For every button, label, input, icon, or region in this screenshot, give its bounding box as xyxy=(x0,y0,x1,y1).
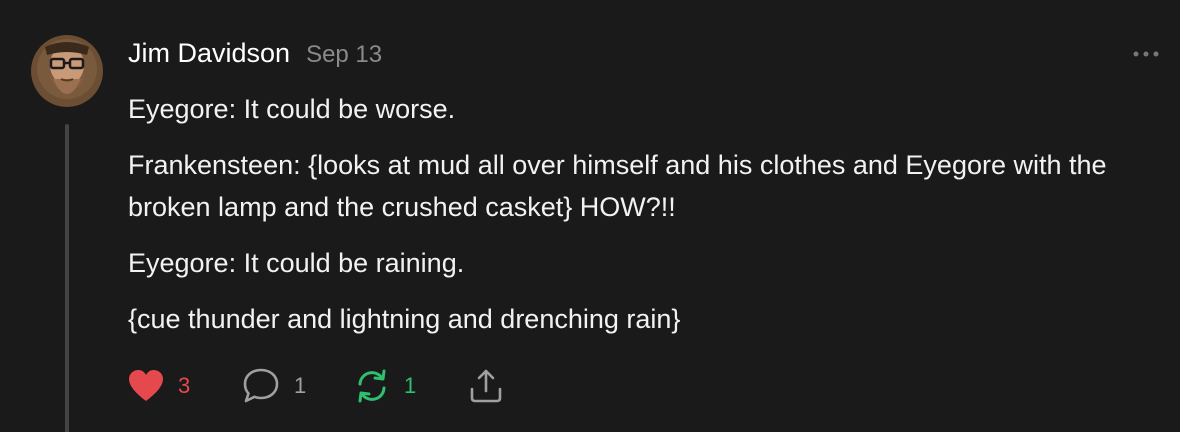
restack-count: 1 xyxy=(404,373,417,398)
reply-button[interactable]: 1 xyxy=(242,366,306,406)
share-button[interactable] xyxy=(468,366,504,406)
comment-header: Jim Davidson Sep 13 xyxy=(128,38,382,69)
like-count: 3 xyxy=(178,373,191,398)
author-name[interactable]: Jim Davidson xyxy=(128,38,290,69)
comment-paragraph: Eyegore: It could be raining. xyxy=(128,248,465,278)
comment-date: Sep 13 xyxy=(306,41,383,68)
like-button[interactable]: 3 xyxy=(128,366,190,406)
speech-bubble-icon xyxy=(243,368,279,403)
comment-paragraph: {cue thunder and lightning and drenching… xyxy=(128,304,681,334)
comment-body: Eyegore: It could be worse. Frankensteen… xyxy=(128,88,1138,354)
avatar-image xyxy=(31,35,103,107)
restack-button[interactable]: 1 xyxy=(354,366,416,406)
heart-icon xyxy=(129,370,163,401)
share-icon xyxy=(470,369,502,403)
comment-paragraph: Eyegore: It could be worse. xyxy=(128,94,456,124)
restack-arrows-icon xyxy=(358,369,386,403)
comment-paragraph: Frankensteen: {looks at mud all over him… xyxy=(128,150,1107,222)
ellipsis-icon xyxy=(1133,51,1159,57)
reply-count: 1 xyxy=(294,373,307,398)
avatar[interactable] xyxy=(31,35,103,107)
comment: Jim Davidson Sep 13 Eyegore: It could be… xyxy=(0,0,1180,432)
more-options-button[interactable] xyxy=(1132,46,1160,64)
thread-line xyxy=(65,124,69,432)
